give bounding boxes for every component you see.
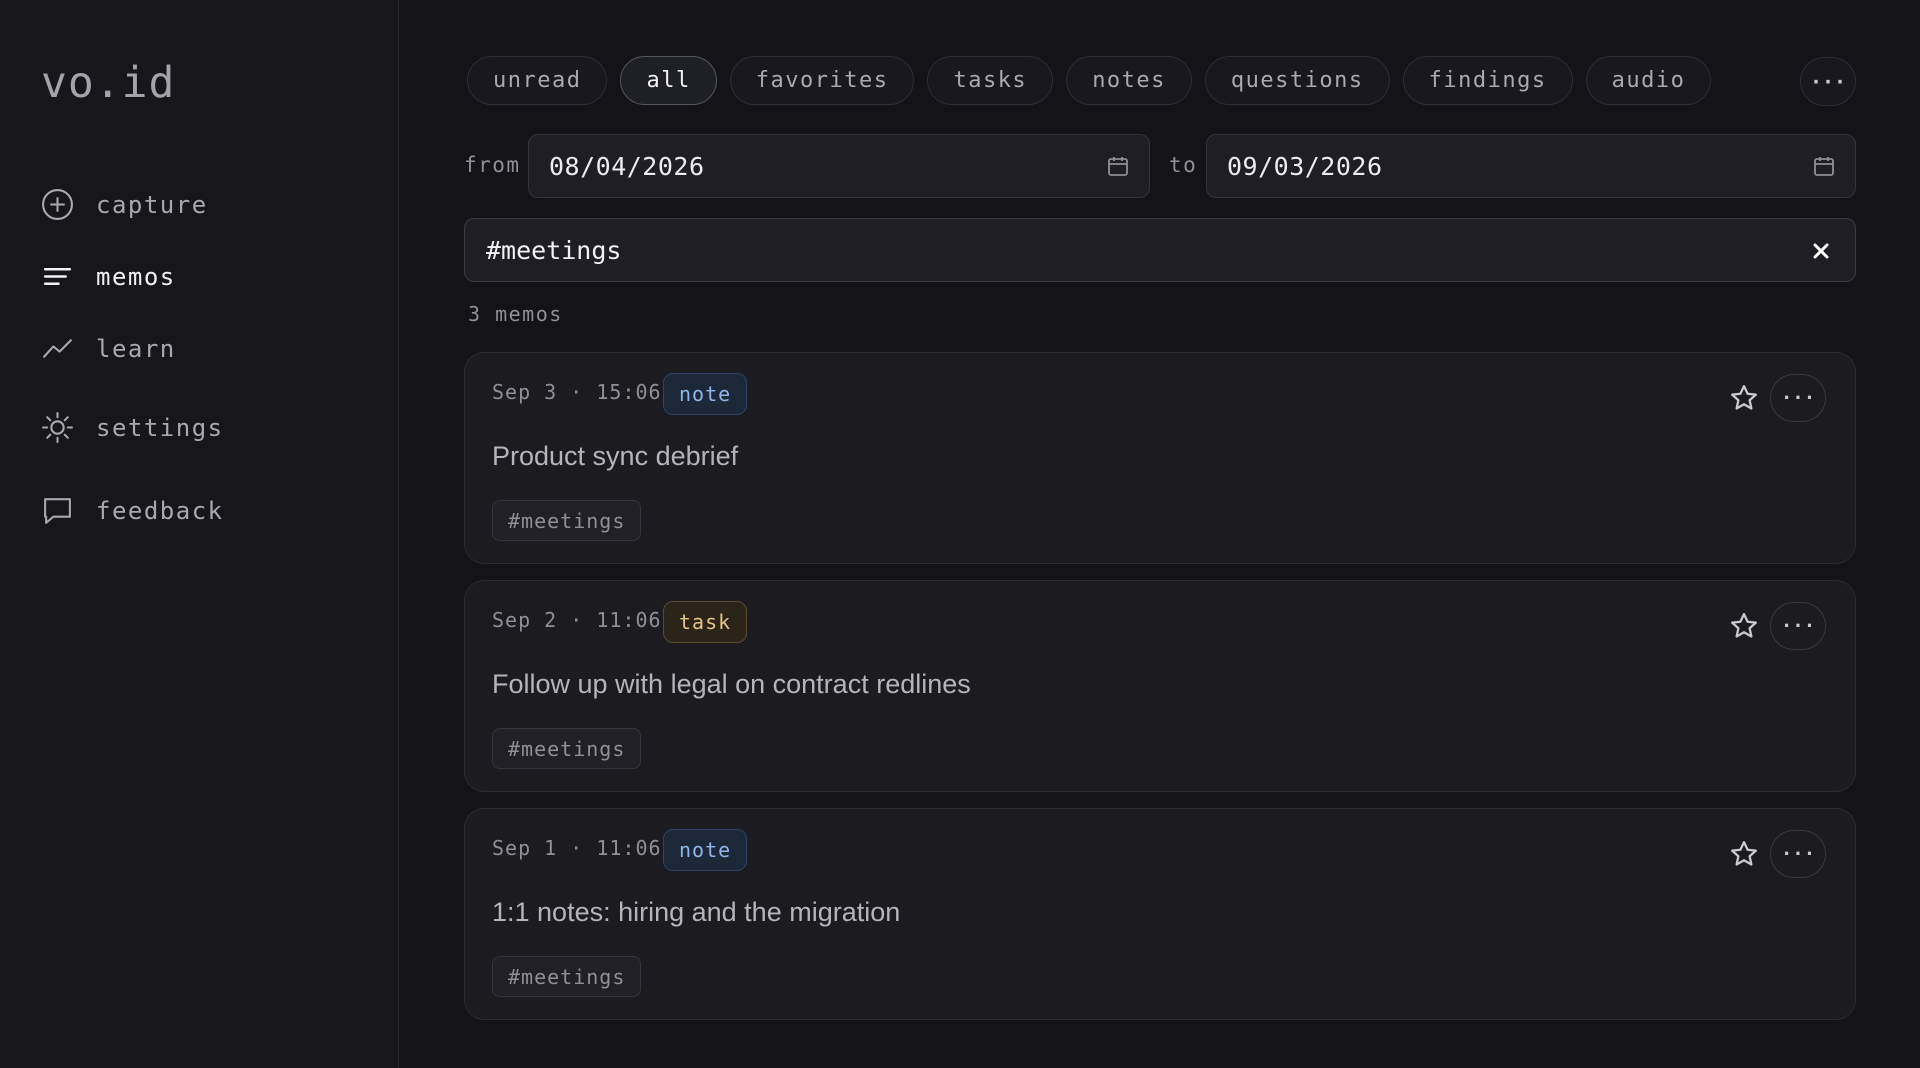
filter-chips: unread all favorites tasks notes questio… xyxy=(467,56,1712,105)
type-badge: task xyxy=(663,601,748,643)
trend-line-icon xyxy=(41,332,74,365)
list-lines-icon xyxy=(41,260,74,293)
sidebar-item-label: settings xyxy=(96,413,224,442)
chip-questions[interactable]: questions xyxy=(1204,56,1390,105)
calendar-icon[interactable] xyxy=(1107,155,1129,177)
search-input[interactable]: #meetings xyxy=(464,218,1856,282)
chip-findings[interactable]: findings xyxy=(1402,56,1573,105)
app-root: vo.id capture memos learn settings feedb… xyxy=(0,0,1920,1068)
plus-circle-icon xyxy=(41,188,74,221)
chip-favorites[interactable]: favorites xyxy=(729,56,915,105)
sidebar-item-feedback[interactable]: feedback xyxy=(41,494,224,527)
memo-title: Follow up with legal on contract redline… xyxy=(492,669,971,699)
sidebar-item-label: learn xyxy=(96,334,176,363)
from-date-value: 08/04/2026 xyxy=(549,151,705,181)
from-label: from xyxy=(464,153,521,177)
sidebar: vo.id capture memos learn settings feedb… xyxy=(0,0,399,1068)
memo-card[interactable]: Sep 2 · 11:06 task Follow up with legal … xyxy=(464,580,1856,792)
memo-more-button[interactable]: ··· xyxy=(1770,374,1826,422)
filter-more-button[interactable]: ··· xyxy=(1800,57,1856,106)
app-logo: vo.id xyxy=(41,58,176,108)
chip-tasks[interactable]: tasks xyxy=(927,56,1054,105)
sidebar-item-memos[interactable]: memos xyxy=(41,260,176,293)
star-icon[interactable] xyxy=(1729,383,1759,413)
close-icon[interactable] xyxy=(1809,239,1833,263)
memo-date: Sep 2 · 11:06 xyxy=(492,608,662,632)
tag-chip[interactable]: #meetings xyxy=(492,956,642,997)
chat-bubble-icon xyxy=(41,494,74,527)
sidebar-item-learn[interactable]: learn xyxy=(41,332,176,365)
tag-chip[interactable]: #meetings xyxy=(492,728,642,769)
sidebar-item-settings[interactable]: settings xyxy=(41,411,224,444)
memo-card[interactable]: Sep 1 · 11:06 note 1:1 notes: hiring and… xyxy=(464,808,1856,1020)
memo-date: Sep 1 · 11:06 xyxy=(492,836,662,860)
from-date-input[interactable]: 08/04/2026 xyxy=(528,134,1150,198)
memo-date: Sep 3 · 15:06 xyxy=(492,380,662,404)
chip-notes[interactable]: notes xyxy=(1066,56,1192,105)
star-icon[interactable] xyxy=(1729,611,1759,641)
type-badge: note xyxy=(663,829,748,871)
star-icon[interactable] xyxy=(1729,839,1759,869)
sidebar-item-label: capture xyxy=(96,190,208,219)
to-label: to xyxy=(1169,153,1198,177)
sun-gear-icon xyxy=(41,411,74,444)
memo-title: 1:1 notes: hiring and the migration xyxy=(492,897,901,927)
search-value: #meetings xyxy=(486,235,622,265)
sidebar-item-label: feedback xyxy=(96,496,224,525)
memo-more-button[interactable]: ··· xyxy=(1770,830,1826,878)
chip-all[interactable]: all xyxy=(620,56,717,105)
type-badge: note xyxy=(663,373,748,415)
calendar-icon[interactable] xyxy=(1813,155,1835,177)
memo-count: 3 memos xyxy=(468,302,563,326)
main-content: unread all favorites tasks notes questio… xyxy=(399,0,1920,1068)
sidebar-item-capture[interactable]: capture xyxy=(41,188,208,221)
chip-unread[interactable]: unread xyxy=(467,56,608,105)
to-date-value: 09/03/2026 xyxy=(1227,151,1383,181)
chip-audio[interactable]: audio xyxy=(1585,56,1712,105)
memo-more-button[interactable]: ··· xyxy=(1770,602,1826,650)
to-date-input[interactable]: 09/03/2026 xyxy=(1206,134,1856,198)
tag-chip[interactable]: #meetings xyxy=(492,500,642,541)
sidebar-item-label: memos xyxy=(96,262,176,291)
memo-title: Product sync debrief xyxy=(492,441,739,471)
memo-card[interactable]: Sep 3 · 15:06 note Product sync debrief … xyxy=(464,352,1856,564)
